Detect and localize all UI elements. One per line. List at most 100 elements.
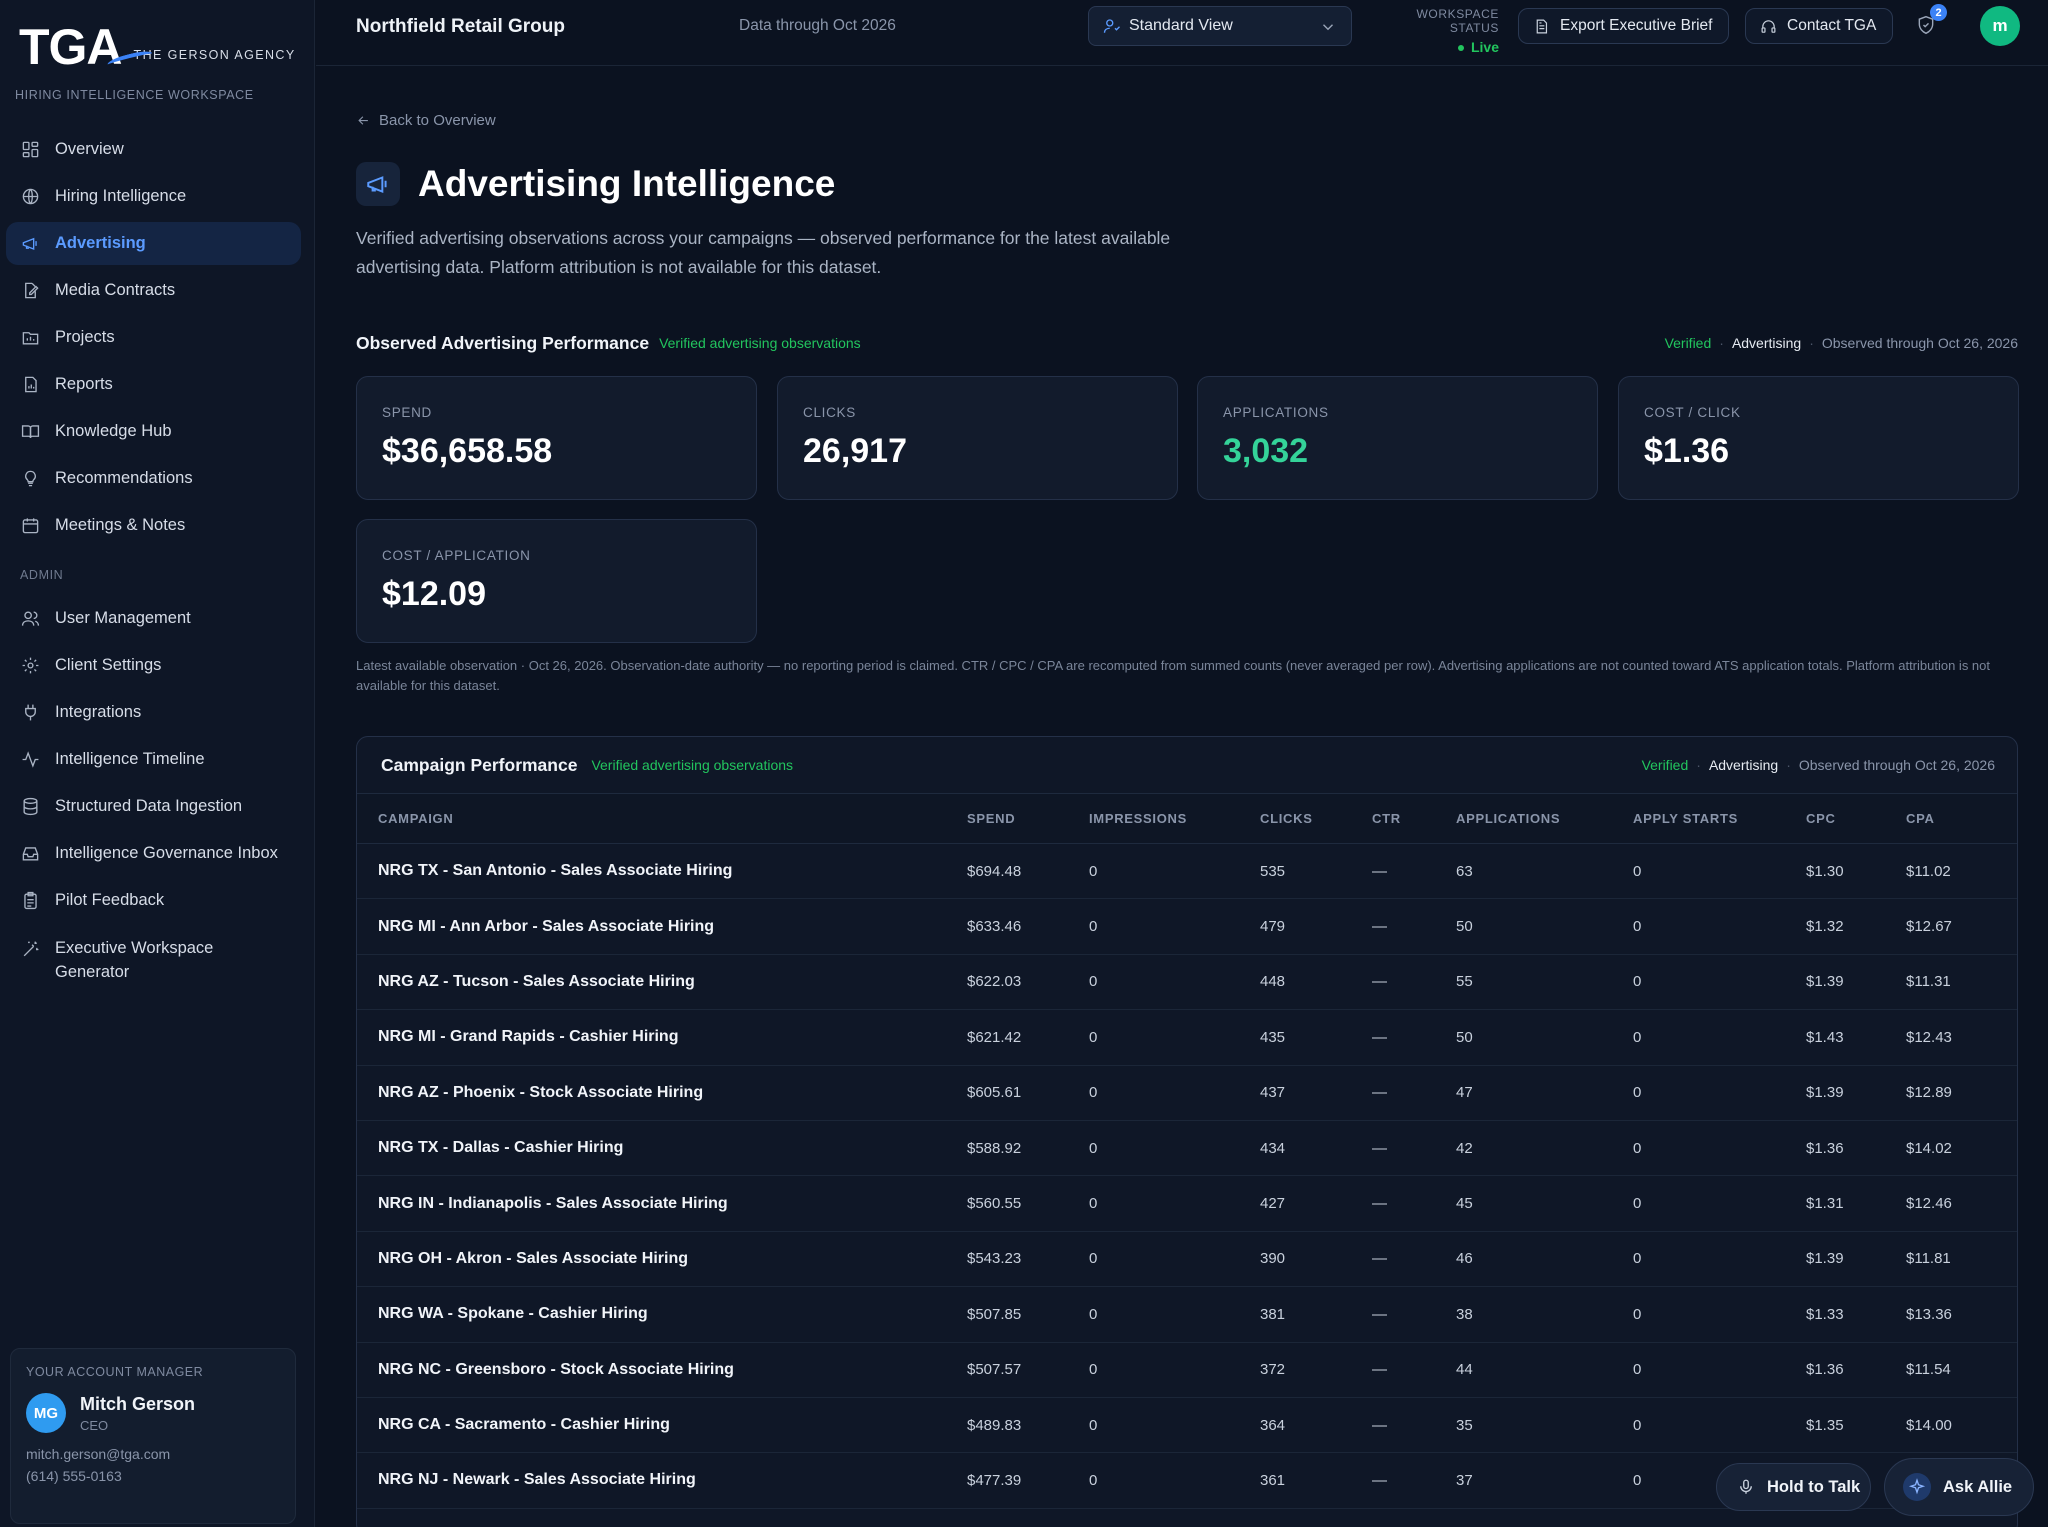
cell-impressions: 0: [1089, 1342, 1260, 1398]
column-header-cpa[interactable]: CPA: [1906, 793, 2017, 844]
column-header-impressions[interactable]: IMPRESSIONS: [1089, 793, 1260, 844]
cell-cpc: $1.36: [1806, 1120, 1906, 1177]
sidebar-item-label: Projects: [55, 328, 115, 346]
sidebar-item-intelligence-timeline[interactable]: Intelligence Timeline: [6, 738, 301, 781]
data-through-label: Data through Oct 2026: [739, 17, 896, 34]
avatar: MG: [26, 1393, 66, 1433]
sidebar-item-label: Pilot Feedback: [55, 891, 165, 909]
sidebar-item-pilot-feedback[interactable]: Pilot Feedback: [6, 879, 301, 922]
sidebar-item-executive-workspace-generator[interactable]: Executive Workspace Generator: [6, 926, 301, 988]
document-icon: [1536, 19, 1548, 33]
report-icon: [20, 375, 40, 395]
table-row[interactable]: NRG NC - Greensboro - Stock Associate Hi…: [357, 1342, 2017, 1398]
sidebar-item-advertising[interactable]: Advertising: [6, 222, 301, 265]
user-avatar[interactable]: m: [1980, 6, 2020, 46]
cell-cpa: $11.02: [1906, 843, 2017, 900]
cell-impressions: 0: [1089, 1286, 1260, 1343]
cell-apply-starts: 0: [1633, 1397, 1806, 1454]
sidebar-item-label: Reports: [55, 375, 113, 393]
cell-spend: $694.48: [967, 843, 1089, 900]
sidebar-item-structured-data-ingestion[interactable]: Structured Data Ingestion: [6, 785, 301, 828]
cell-applications: 45: [1456, 1175, 1633, 1232]
cell-campaign[interactable]: NRG NJ - Newark - Sales Associate Hiring: [357, 1452, 967, 1509]
kpi-value: $12.09: [382, 575, 486, 613]
inbox-icon: [20, 844, 40, 864]
governance-shield-button[interactable]: 2: [1916, 4, 1947, 41]
cell-impressions: 0: [1089, 843, 1260, 900]
hold-to-talk-button[interactable]: Hold to Talk: [1716, 1463, 1871, 1511]
cell-impressions: 0: [1089, 1175, 1260, 1232]
cell-ctr: —: [1372, 1286, 1456, 1343]
cell-spend: $507.57: [967, 1342, 1089, 1398]
cell-campaign[interactable]: NRG WA - Spokane - Cashier Hiring: [357, 1286, 967, 1343]
account-manager-email[interactable]: mitch.gerson@tga.com: [26, 1443, 280, 1465]
cell-campaign[interactable]: NRG AZ - Tucson - Sales Associate Hiring: [357, 954, 967, 1011]
column-header-spend[interactable]: SPEND: [967, 793, 1089, 844]
back-to-overview-link[interactable]: Back to Overview: [356, 112, 496, 129]
chevron-down-icon: [1319, 18, 1337, 41]
table-row[interactable]: NRG TX - San Antonio - Sales Associate H…: [357, 843, 2017, 900]
brand-name: THE GERSON AGENCY: [133, 48, 296, 62]
column-header-campaign[interactable]: CAMPAIGN: [357, 793, 967, 844]
sidebar-item-media-contracts[interactable]: Media Contracts: [6, 269, 301, 312]
cell-campaign[interactable]: NRG TX - Dallas - Cashier Hiring: [357, 1120, 967, 1177]
cell-cpa: $12.43: [1906, 1009, 2017, 1066]
brand[interactable]: TGA THE GERSON AGENCY: [19, 22, 296, 72]
account-manager-phone[interactable]: (614) 555-0163: [26, 1465, 280, 1487]
export-executive-brief-button[interactable]: Export Executive Brief: [1518, 8, 1730, 44]
cell-campaign[interactable]: NRG CA - Sacramento - Cashier Hiring: [357, 1397, 967, 1454]
sidebar-item-projects[interactable]: Projects: [6, 316, 301, 359]
table-row[interactable]: NRG OH - Akron - Sales Associate Hiring $…: [357, 1231, 2017, 1288]
column-header-applications[interactable]: APPLICATIONS: [1456, 793, 1633, 844]
sidebar-item-knowledge-hub[interactable]: Knowledge Hub: [6, 410, 301, 453]
table-row[interactable]: NRG MI - Ann Arbor - Sales Associate Hir…: [357, 898, 2017, 955]
cell-campaign[interactable]: NRG MI - Ann Arbor - Sales Associate Hir…: [357, 898, 967, 955]
sidebar-item-governance-inbox[interactable]: Intelligence Governance Inbox: [6, 832, 301, 875]
column-header-cpc[interactable]: CPC: [1806, 793, 1906, 844]
sidebar-item-meetings-notes[interactable]: Meetings & Notes: [6, 504, 301, 547]
account-manager-role: CEO: [80, 1417, 109, 1433]
cell-spend: $588.92: [967, 1120, 1089, 1177]
sidebar-item-label: User Management: [55, 609, 191, 627]
page-description: Verified advertising observations across…: [356, 228, 1171, 277]
table-row[interactable]: NRG IN - Indianapolis - Sales Associate …: [357, 1175, 2017, 1232]
cell-spend: $633.46: [967, 898, 1089, 955]
table-row[interactable]: NRG CA - Sacramento - Cashier Hiring $489…: [357, 1397, 2017, 1454]
column-header-ctr[interactable]: CTR: [1372, 793, 1456, 844]
sidebar-item-reports[interactable]: Reports: [6, 363, 301, 406]
cell-campaign[interactable]: NRG IN - Indianapolis - Sales Associate …: [357, 1175, 967, 1232]
contact-tga-button[interactable]: Contact TGA: [1745, 8, 1894, 44]
sidebar-item-integrations[interactable]: Integrations: [6, 691, 301, 734]
table-row[interactable]: NRG AZ - Phoenix - Stock Associate Hirin…: [357, 1065, 2017, 1121]
cell-cpa: $14.02: [1906, 1120, 2017, 1177]
sidebar-item-label: Recommendations: [55, 469, 193, 487]
kpi-value: $36,658.58: [382, 432, 553, 470]
cell-spend: $489.83: [967, 1397, 1089, 1454]
sidebar-item-user-management[interactable]: User Management: [6, 597, 301, 640]
cell-ctr: —: [1372, 843, 1456, 900]
table-row[interactable]: NRG AZ - Tucson - Sales Associate Hiring…: [357, 954, 2017, 1011]
table-row[interactable]: NRG TX - Dallas - Cashier Hiring $588.92 0…: [357, 1120, 2017, 1177]
cell-campaign[interactable]: NRG OH - Akron - Sales Associate Hiring: [357, 1231, 967, 1288]
cell-campaign[interactable]: NRG TX - San Antonio - Sales Associate H…: [357, 843, 967, 900]
ask-allie-button[interactable]: Ask Allie: [1884, 1458, 2034, 1516]
grid-icon: [20, 140, 40, 160]
sidebar-item-hiring-intelligence[interactable]: Hiring Intelligence: [6, 175, 301, 218]
sidebar-item-overview[interactable]: Overview: [6, 128, 301, 171]
hold-to-talk-label: Hold to Talk: [1767, 1477, 1861, 1496]
view-selector[interactable]: Standard View: [1088, 6, 1352, 46]
kpi-value: $1.36: [1644, 432, 1730, 470]
table-row[interactable]: NRG MI - Grand Rapids - Cashier Hiring $6…: [357, 1009, 2017, 1066]
cell-campaign[interactable]: NRG MI - Grand Rapids - Cashier Hiring: [357, 1009, 967, 1066]
kpi-label: APPLICATIONS: [1223, 405, 1329, 420]
sidebar-item-client-settings[interactable]: Client Settings: [6, 644, 301, 687]
cell-campaign[interactable]: NRG NC - Greensboro - Stock Associate Hi…: [357, 1342, 967, 1398]
table-row[interactable]: NRG WA - Spokane - Cashier Hiring $507.85…: [357, 1286, 2017, 1343]
sidebar-item-label: Media Contracts: [55, 281, 176, 299]
cell-ctr: —: [1372, 1452, 1456, 1509]
column-header-apply-starts[interactable]: APPLY STARTS: [1633, 793, 1806, 844]
sidebar-item-recommendations[interactable]: Recommendations: [6, 457, 301, 500]
cell-campaign[interactable]: NRG AZ - Phoenix - Stock Associate Hirin…: [357, 1065, 967, 1121]
cell-cpc: $1.39: [1806, 1231, 1906, 1288]
column-header-clicks[interactable]: CLICKS: [1260, 793, 1372, 844]
